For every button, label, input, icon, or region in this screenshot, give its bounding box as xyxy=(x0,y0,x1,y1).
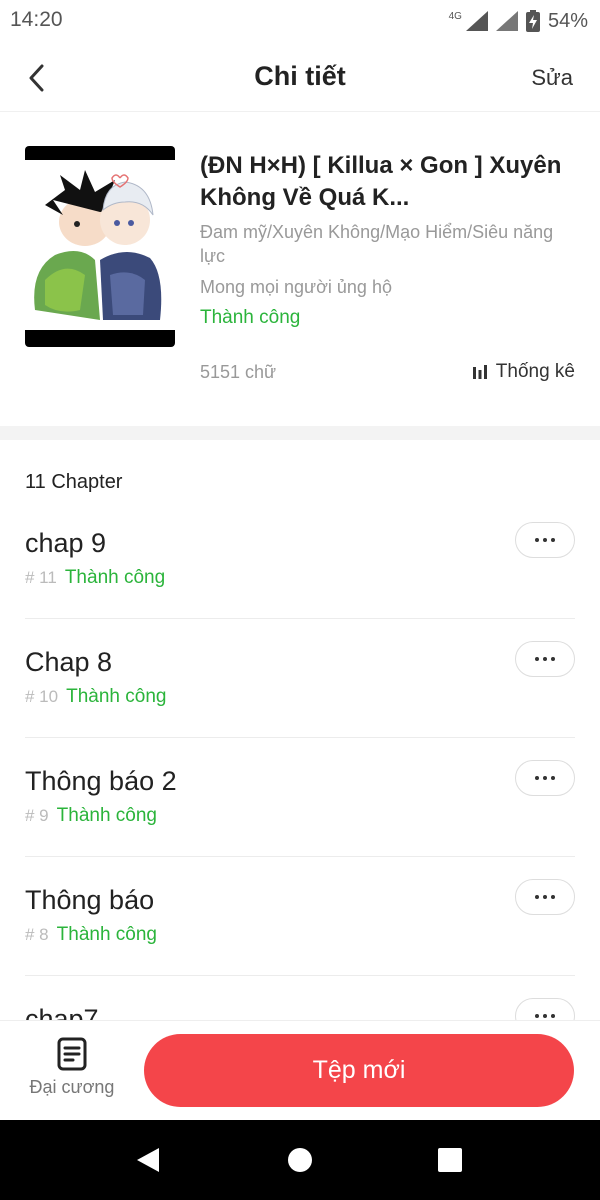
chapter-item[interactable]: chap 9 # 11 Thành công xyxy=(25,500,575,619)
chapter-status: Thành công xyxy=(64,567,166,588)
chapter-item[interactable]: Chap 8 # 10 Thành công xyxy=(25,619,575,738)
chapter-number: # 9 xyxy=(25,806,49,825)
signal-icon xyxy=(465,11,488,31)
more-options-button[interactable] xyxy=(515,641,575,677)
chapter-list: chap 9 # 11 Thành công Chap 8 # 10 Thành… xyxy=(0,500,600,1020)
outline-button[interactable]: Đại cương xyxy=(20,1037,124,1109)
page-title: Chi tiết xyxy=(254,61,346,91)
battery-charging-icon xyxy=(525,10,540,32)
nav-back-button[interactable] xyxy=(128,1140,168,1180)
chapter-status: Thành công xyxy=(66,686,167,707)
statistics-label: Thống kê xyxy=(495,361,575,382)
book-status: Thành công xyxy=(200,307,301,328)
chapter-number: # 8 xyxy=(25,925,49,944)
outline-document-icon xyxy=(57,1037,87,1071)
word-count: 5151 chữ xyxy=(200,362,277,382)
book-description: Mong mọi người ủng hộ xyxy=(200,277,392,297)
book-genres: Đam mỹ/Xuyên Không/Mạo Hiểm/Siêu năng lự… xyxy=(200,222,554,266)
signal-secondary-icon xyxy=(495,11,518,31)
status-bar: 14:20 4G 54% xyxy=(0,0,600,44)
section-divider xyxy=(0,426,600,440)
bottom-action-bar: Đại cương Tệp mới xyxy=(0,1020,600,1120)
circle-home-icon xyxy=(288,1148,312,1172)
chapter-title: chap7 xyxy=(25,1004,99,1020)
square-recents-icon xyxy=(438,1148,462,1172)
battery-percentage: 54% xyxy=(547,9,588,32)
nav-recents-button[interactable] xyxy=(430,1140,470,1180)
triangle-back-icon xyxy=(137,1148,159,1172)
status-icons: 4G 54% xyxy=(449,8,588,34)
chapter-title: Thông báo xyxy=(25,885,155,915)
new-file-button[interactable]: Tệp mới xyxy=(144,1034,574,1107)
chapter-meta: # 8 Thành công xyxy=(25,924,157,946)
status-time: 14:20 xyxy=(10,8,63,31)
system-navigation-bar xyxy=(0,1120,600,1200)
more-options-button[interactable] xyxy=(515,760,575,796)
chapter-status: Thành công xyxy=(56,805,157,826)
edit-button[interactable]: Sửa xyxy=(531,65,573,91)
book-info-card: (ĐN H×H) [ Killua × Gon ] Xuyên Không Về… xyxy=(0,113,600,426)
chapter-number: # 11 xyxy=(25,568,57,587)
chapter-item[interactable]: Thông báo # 8 Thành công xyxy=(25,857,575,976)
chapter-item[interactable]: chap7 xyxy=(25,976,575,1020)
book-cover[interactable] xyxy=(25,146,175,347)
nav-home-button[interactable] xyxy=(280,1140,320,1180)
statistics-button[interactable]: Thống kê xyxy=(472,361,575,383)
network-type-label: 4G xyxy=(448,11,462,22)
chapter-number: # 10 xyxy=(25,687,59,706)
app-header: Chi tiết Sửa xyxy=(0,44,600,112)
chapter-status: Thành công xyxy=(56,924,157,945)
chapter-item[interactable]: Thông báo 2 # 9 Thành công xyxy=(25,738,575,857)
chapter-meta: # 9 Thành công xyxy=(25,805,157,827)
more-options-button[interactable] xyxy=(515,879,575,915)
book-title: (ĐN H×H) [ Killua × Gon ] Xuyên Không Về… xyxy=(200,152,562,211)
outline-label: Đại cương xyxy=(29,1077,115,1097)
bar-chart-icon xyxy=(472,365,487,379)
chapter-title: Chap 8 xyxy=(25,647,113,677)
chapter-title: chap 9 xyxy=(25,528,107,558)
more-options-button[interactable] xyxy=(515,998,575,1020)
more-options-button[interactable] xyxy=(515,522,575,558)
chapter-count: 11 Chapter xyxy=(25,471,123,493)
chapter-meta: # 10 Thành công xyxy=(25,686,166,708)
chapter-title: Thông báo 2 xyxy=(25,766,177,796)
cover-illustration xyxy=(25,160,175,330)
chapter-meta: # 11 Thành công xyxy=(25,567,165,589)
